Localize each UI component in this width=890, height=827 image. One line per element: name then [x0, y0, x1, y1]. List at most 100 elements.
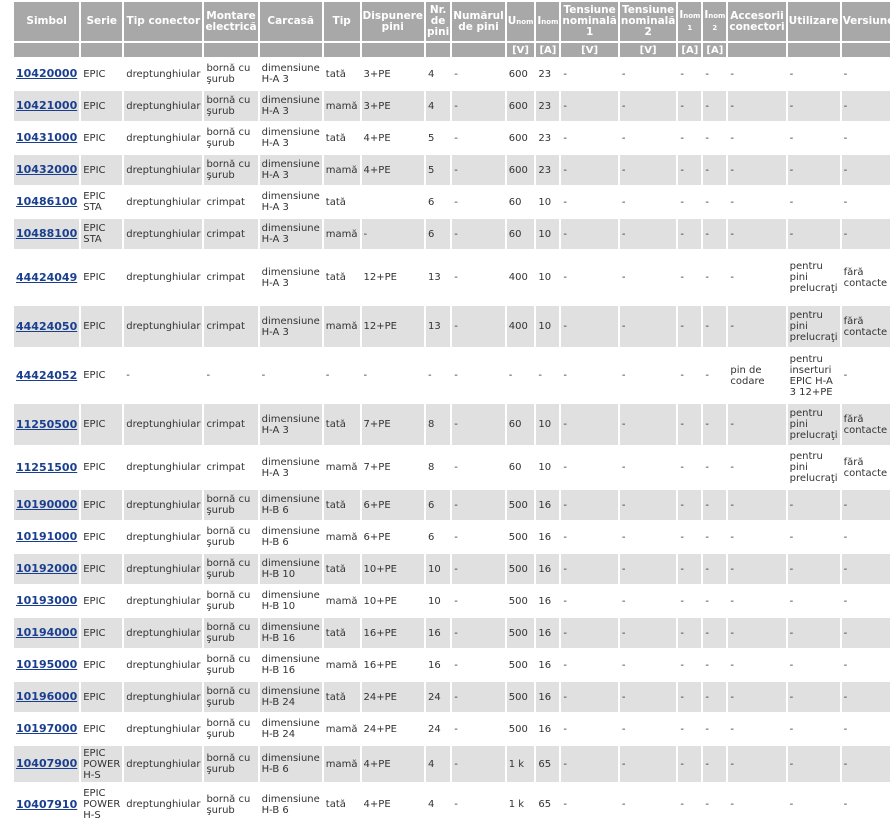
product-code-link[interactable]: 44424049 — [16, 271, 77, 284]
table-cell: tată — [323, 490, 360, 520]
column-header: Carcasă — [259, 2, 322, 41]
table-cell: 10 — [426, 586, 451, 616]
table-cell: - — [619, 650, 677, 680]
table-cell: dreptunghiular — [124, 490, 203, 520]
table-cell: dreptunghiular — [124, 554, 203, 584]
product-code-link[interactable]: 10432000 — [16, 163, 77, 176]
table-cell: 500 — [506, 586, 535, 616]
table-cell: - — [561, 490, 618, 520]
table-row: 10432000 EPIC dreptunghiular bornă cu şurub… — [14, 155, 890, 185]
table-cell: mamă — [323, 306, 360, 347]
table-cell: - — [561, 251, 618, 304]
table-cell: - — [678, 91, 702, 121]
product-code-link[interactable]: 10192000 — [16, 562, 77, 575]
product-table: Simbol Serie Tip conector Montare electrică… — [12, 0, 890, 827]
table-cell: - — [678, 784, 702, 825]
table-cell: - — [452, 447, 505, 488]
product-code-link[interactable]: 10194000 — [16, 626, 77, 639]
table-cell: tată — [323, 618, 360, 648]
table-cell: - — [787, 618, 840, 648]
table-cell: 65 — [536, 746, 560, 782]
table-cell: - — [678, 447, 702, 488]
table-cell: - — [678, 306, 702, 347]
table-cell: 10193000 — [14, 586, 80, 616]
table-cell: - — [536, 349, 560, 402]
table-row: 44424049 EPIC dreptunghiular crimpat dimensi… — [14, 251, 890, 304]
table-cell: - — [728, 91, 786, 121]
table-cell: 16 — [536, 490, 560, 520]
table-cell: - — [787, 123, 840, 153]
column-unit — [787, 43, 840, 57]
table-cell: mamă — [323, 447, 360, 488]
table-cell: - — [678, 682, 702, 712]
table-cell: EPIC — [81, 554, 123, 584]
table-cell: - — [452, 123, 505, 153]
product-code-link[interactable]: 10193000 — [16, 594, 77, 607]
table-cell: - — [678, 554, 702, 584]
table-cell: dreptunghiular — [124, 682, 203, 712]
column-header-label: Tip — [332, 15, 351, 27]
table-cell: pin de codare — [728, 349, 786, 402]
product-code-link[interactable]: 10197000 — [16, 722, 77, 735]
table-cell: 12+PE — [361, 306, 424, 347]
table-cell: 10194000 — [14, 618, 80, 648]
product-code-link[interactable]: 10486100 — [16, 195, 77, 208]
product-code-link[interactable]: 44424052 — [16, 369, 77, 382]
table-cell: fără contacte — [841, 306, 890, 347]
table-cell: mamă — [323, 650, 360, 680]
table-cell: - — [678, 586, 702, 616]
table-row: 10191000 EPIC dreptunghiular bornă cu şurub… — [14, 522, 890, 552]
product-code-link[interactable]: 10407910 — [16, 798, 77, 811]
table-cell: - — [728, 650, 786, 680]
table-cell: tată — [323, 784, 360, 825]
table-cell: crimpat — [204, 219, 258, 249]
product-code-link[interactable]: 10196000 — [16, 690, 77, 703]
column-header: Numărul de pini — [452, 2, 505, 41]
table-cell: - — [561, 219, 618, 249]
table-cell: 4+PE — [361, 784, 424, 825]
product-code-link[interactable]: 11251500 — [16, 461, 77, 474]
table-cell: - — [619, 618, 677, 648]
table-cell: mamă — [323, 155, 360, 185]
table-cell: 16 — [536, 522, 560, 552]
table-cell: 10190000 — [14, 490, 80, 520]
table-cell: 16 — [426, 650, 451, 680]
table-cell: - — [204, 349, 258, 402]
table-cell: - — [561, 554, 618, 584]
product-code-link[interactable]: 10488100 — [16, 227, 77, 240]
product-code-link[interactable]: 10407900 — [16, 757, 77, 770]
column-unit — [124, 43, 203, 57]
table-row: 10407900 EPIC POWER H-S dreptunghiular born… — [14, 746, 890, 782]
table-cell: pentru pini prelucraţi — [787, 447, 840, 488]
product-code-link[interactable]: 10190000 — [16, 498, 77, 511]
table-cell: EPIC STA — [81, 187, 123, 217]
table-row: 10190000 EPIC dreptunghiular bornă cu şurub… — [14, 490, 890, 520]
table-cell: - — [841, 784, 890, 825]
table-cell: - — [787, 682, 840, 712]
table-cell: 4+PE — [361, 155, 424, 185]
product-code-link[interactable]: 10191000 — [16, 530, 77, 543]
table-cell: - — [703, 618, 727, 648]
table-cell: - — [728, 251, 786, 304]
table-cell: - — [619, 522, 677, 552]
table-cell: - — [841, 618, 890, 648]
product-code-link[interactable]: 10431000 — [16, 131, 77, 144]
table-cell: pentru pini prelucraţi — [787, 404, 840, 445]
table-cell: EPIC — [81, 91, 123, 121]
column-header-label: Nr. de pini — [427, 4, 450, 38]
product-code-link[interactable]: 44424050 — [16, 320, 77, 333]
table-cell: EPIC — [81, 650, 123, 680]
product-code-link[interactable]: 11250500 — [16, 418, 77, 431]
table-cell: 500 — [506, 554, 535, 584]
product-code-link[interactable]: 10420000 — [16, 67, 77, 80]
table-row: 10194000 EPIC dreptunghiular bornă cu şurub… — [14, 618, 890, 648]
table-cell: 16 — [536, 714, 560, 744]
table-cell: 500 — [506, 682, 535, 712]
column-header: Dispunere pini — [361, 2, 424, 41]
column-header: Tip — [323, 2, 360, 41]
table-cell: - — [561, 618, 618, 648]
table-cell: dimensiune H-B 24 — [259, 682, 322, 712]
product-code-link[interactable]: 10195000 — [16, 658, 77, 671]
product-code-link[interactable]: 10421000 — [16, 99, 77, 112]
table-cell: 44424052 — [14, 349, 80, 402]
